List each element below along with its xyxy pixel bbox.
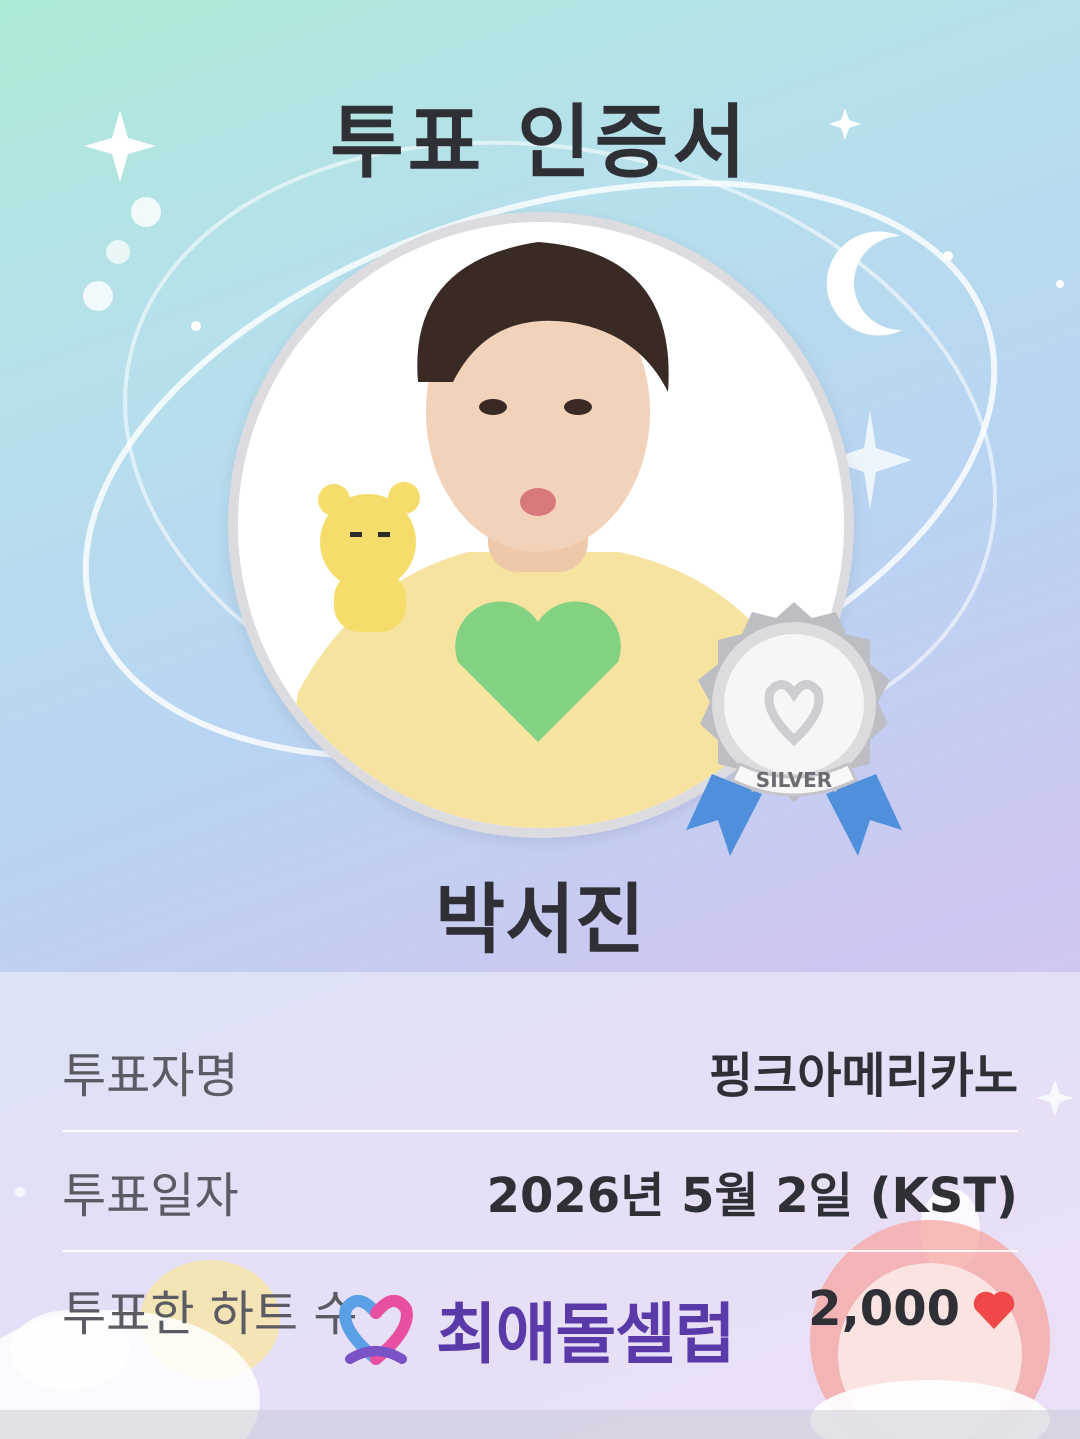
certificate-title: 투표 인증서: [330, 96, 750, 189]
vote-date-value: 2026년 5월 2일 (KST): [486, 1168, 1018, 1224]
bottom-strip: [0, 1410, 1080, 1439]
heart-count-value: 2,000: [808, 1281, 960, 1337]
heart-count-wrap: 2,000: [808, 1281, 1018, 1337]
voter-name-row: 투표자명 핑크아메리카노: [62, 1012, 1018, 1132]
heart-count-label: 투표한 하트 수: [62, 1286, 358, 1342]
vote-date-label: 투표일자: [62, 1168, 239, 1224]
voter-name-value: 핑크아메리카노: [708, 1048, 1018, 1104]
voter-name-label: 투표자명: [62, 1048, 239, 1104]
heart-icon: [973, 1291, 1015, 1329]
app-name: 최애돌셀럽: [436, 1296, 736, 1373]
candidate-name: 박서진: [435, 875, 645, 964]
app-logo: 최애돌셀럽: [330, 1284, 736, 1374]
medal-label: SILVER: [756, 768, 832, 792]
vote-date-row: 투표일자 2026년 5월 2일 (KST): [62, 1132, 1018, 1252]
choeaedol-logo-icon: [339, 1295, 413, 1365]
silver-medal-icon: SILVER: [686, 602, 902, 856]
